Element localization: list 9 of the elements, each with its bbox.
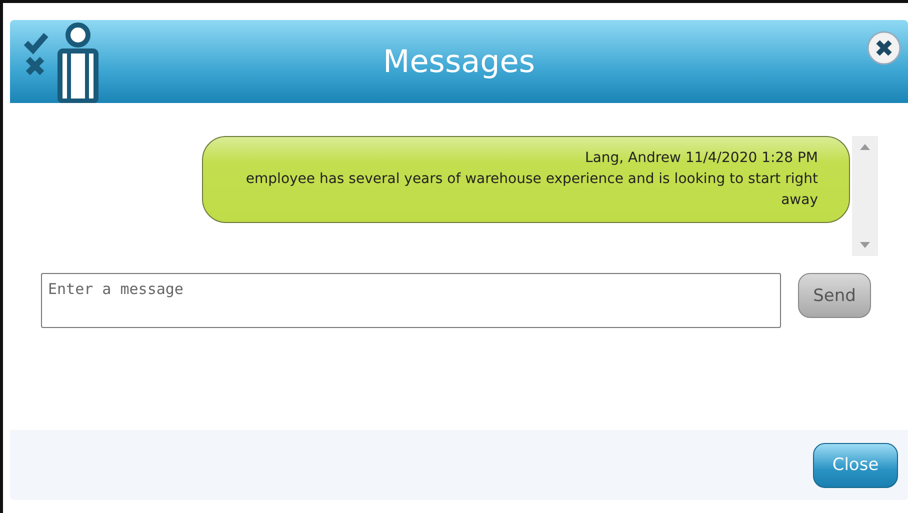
message-text: employee has several years of warehouse experience and is looking to start right away — [244, 170, 818, 210]
message-header: Lang, Andrew 11/4/2020 1:28 PM — [584, 149, 818, 168]
message-input[interactable]: Enter a message — [41, 273, 781, 328]
scroll-up-icon[interactable] — [860, 144, 870, 150]
scrollbar[interactable] — [852, 136, 878, 256]
window-title: Messages — [382, 44, 536, 80]
scroll-down-icon[interactable] — [860, 242, 870, 248]
close-button[interactable]: Close — [813, 442, 898, 488]
close-icon[interactable] — [866, 30, 902, 66]
